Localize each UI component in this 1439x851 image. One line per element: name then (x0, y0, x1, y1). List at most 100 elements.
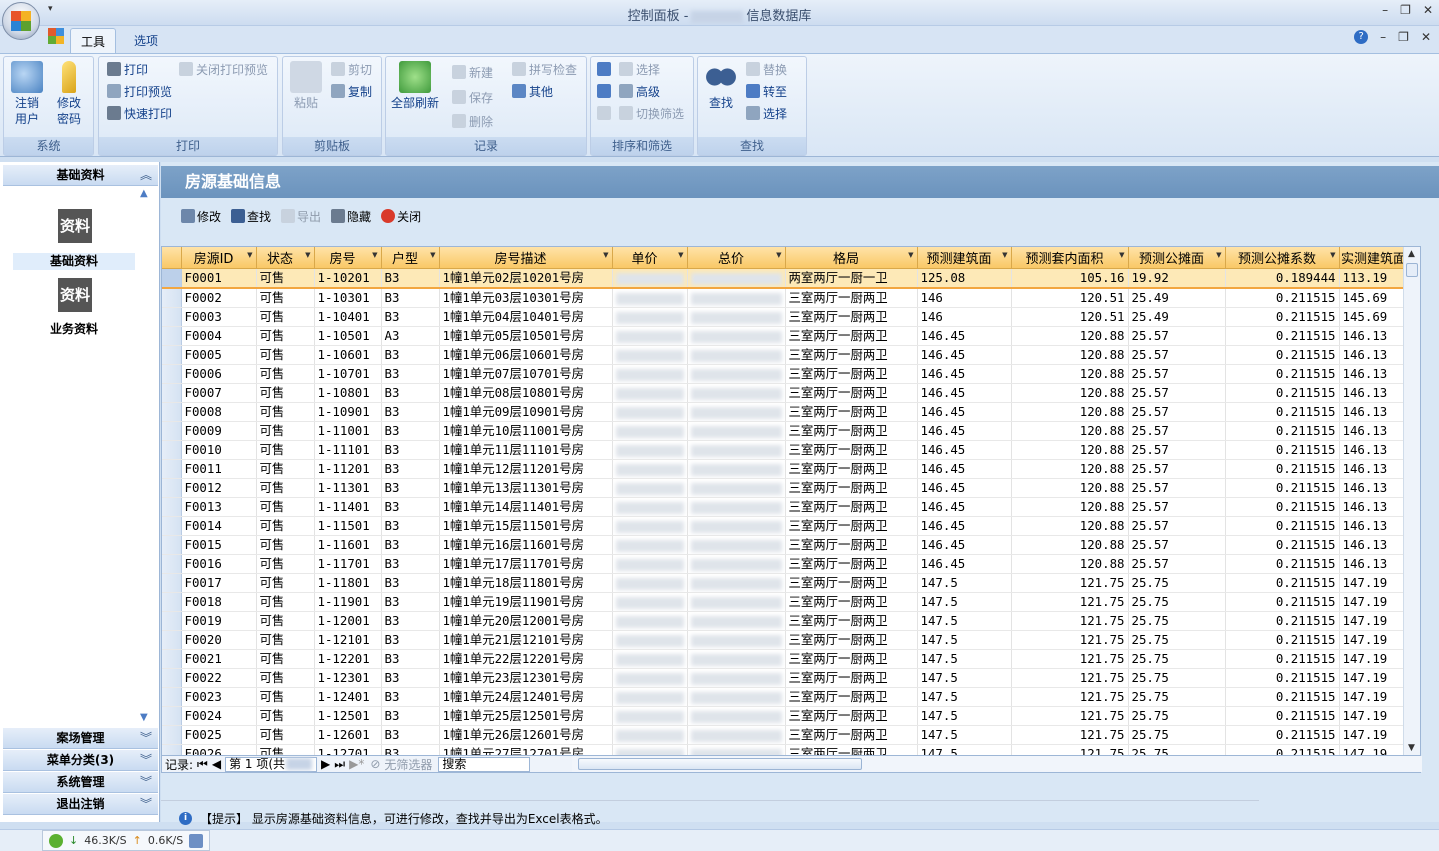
table-cell[interactable]: 121.75 (1011, 687, 1129, 707)
row-selector[interactable] (162, 364, 182, 384)
column-header[interactable]: 预测套内面积 ▼ (1011, 247, 1129, 269)
table-cell[interactable]: 120.88 (1011, 535, 1129, 555)
table-cell[interactable]: 25.57 (1128, 459, 1226, 479)
horizontal-scroll-thumb[interactable] (578, 758, 862, 770)
table-cell[interactable] (687, 725, 786, 745)
table-cell[interactable]: 1-11701 (314, 554, 382, 574)
table-cell[interactable]: 三室两厅一厨两卫 (785, 668, 918, 688)
tab-tools[interactable]: 工具 (70, 28, 117, 53)
table-cell[interactable]: 25.75 (1128, 592, 1226, 612)
table-cell[interactable]: 1-11301 (314, 478, 382, 498)
table-cell[interactable]: F0014 (181, 516, 257, 536)
table-cell[interactable]: 147.5 (917, 611, 1012, 631)
table-cell[interactable]: 1-10901 (314, 402, 382, 422)
filter-select-button[interactable]: 选择 (619, 60, 660, 80)
table-cell[interactable]: A3 (381, 326, 440, 346)
table-cell[interactable]: 三室两厅一厨两卫 (785, 516, 918, 536)
table-cell[interactable] (612, 668, 688, 688)
table-cell[interactable]: 25.57 (1128, 516, 1226, 536)
cut-button[interactable]: 剪切 (331, 60, 372, 80)
select-button[interactable]: 选择 (746, 104, 787, 124)
table-cell[interactable] (687, 307, 786, 327)
table-cell[interactable]: 1幢1单元20层12001号房 (439, 611, 613, 631)
table-cell[interactable]: 0.211515 (1225, 535, 1340, 555)
table-row[interactable]: F0017 可售 1-11801 B3 1幢1单元18层11801号房 三室两厅一厨两卫 1… (162, 573, 1419, 593)
table-cell[interactable]: 三室两厅一厨两卫 (785, 611, 918, 631)
table-cell[interactable]: 1幢1单元05层10501号房 (439, 326, 613, 346)
table-cell[interactable]: 1幢1单元09层10901号房 (439, 402, 613, 422)
table-cell[interactable] (687, 459, 786, 479)
scroll-up-arrow-icon[interactable]: ▲ (1408, 249, 1415, 259)
table-cell[interactable]: 147.5 (917, 668, 1012, 688)
table-cell[interactable] (687, 630, 786, 650)
row-selector[interactable] (162, 326, 182, 346)
table-cell[interactable]: 147.5 (917, 649, 1012, 669)
toggle-filter-button[interactable]: 切换筛选 (619, 104, 684, 124)
table-cell[interactable]: 0.211515 (1225, 307, 1340, 327)
delete-record-button[interactable]: 删除 (452, 112, 493, 132)
table-cell[interactable]: 0.211515 (1225, 287, 1340, 308)
table-cell[interactable]: 147.5 (917, 592, 1012, 612)
table-row[interactable]: F0010 可售 1-11101 B3 1幢1单元11层11101号房 三室两厅一厨两卫 1… (162, 440, 1419, 460)
horizontal-scrollbar[interactable] (572, 756, 1422, 772)
clear-sort-button[interactable] (597, 104, 614, 124)
business-data-icon[interactable]: 资料 (58, 278, 92, 312)
table-cell[interactable]: 1幢1单元24层12401号房 (439, 687, 613, 707)
table-cell[interactable]: B3 (381, 649, 440, 669)
table-cell[interactable]: 1幢1单元21层12101号房 (439, 630, 613, 650)
column-header[interactable]: 预测公摊系数 ▼ (1225, 247, 1340, 269)
goto-button[interactable]: 转至 (746, 82, 787, 102)
table-cell[interactable]: 25.57 (1128, 440, 1226, 460)
table-cell[interactable]: 146.45 (917, 326, 1012, 346)
table-cell[interactable]: 25.57 (1128, 497, 1226, 517)
table-cell[interactable]: B3 (381, 402, 440, 422)
table-cell[interactable]: 1幢1单元27层12701号房 (439, 744, 613, 755)
column-header[interactable]: 总价 ▼ (687, 247, 786, 269)
column-dropdown-icon[interactable]: ▼ (305, 251, 310, 259)
table-cell[interactable] (612, 345, 688, 365)
edit-button[interactable]: 修改 (181, 206, 221, 226)
table-cell[interactable]: 三室两厅一厨两卫 (785, 649, 918, 669)
table-cell[interactable]: 1幢1单元14层11401号房 (439, 497, 613, 517)
table-cell[interactable]: 0.211515 (1225, 326, 1340, 346)
table-cell[interactable]: 可售 (256, 706, 315, 726)
table-cell[interactable]: 三室两厅一厨两卫 (785, 478, 918, 498)
table-cell[interactable]: F0019 (181, 611, 257, 631)
table-cell[interactable]: 可售 (256, 554, 315, 574)
vertical-scroll-thumb[interactable] (1406, 263, 1418, 277)
column-header[interactable]: 户型 ▼ (381, 247, 440, 269)
table-cell[interactable]: 146.45 (917, 516, 1012, 536)
table-cell[interactable] (612, 535, 688, 555)
table-cell[interactable]: 25.75 (1128, 744, 1226, 755)
row-selector[interactable] (162, 649, 182, 669)
table-cell[interactable]: B3 (381, 573, 440, 593)
table-cell[interactable]: B3 (381, 459, 440, 479)
help-icon[interactable]: ? (1354, 30, 1369, 44)
last-record-icon[interactable]: ⏭ (334, 757, 345, 772)
nav-header-menu-category[interactable]: 菜单分类(3) ︾ (3, 750, 158, 771)
table-cell[interactable]: 1-11101 (314, 440, 382, 460)
table-cell[interactable]: F0016 (181, 554, 257, 574)
table-cell[interactable]: 1-10801 (314, 383, 382, 403)
table-cell[interactable] (612, 611, 688, 631)
filter-status[interactable]: ⊘ 无筛选器 (367, 756, 435, 773)
column-dropdown-icon[interactable]: ▼ (678, 251, 683, 259)
table-cell[interactable] (687, 383, 786, 403)
table-cell[interactable]: 1-11901 (314, 592, 382, 612)
table-cell[interactable] (687, 592, 786, 612)
table-cell[interactable] (612, 459, 688, 479)
print-preview-button[interactable]: 打印预览 (107, 82, 172, 102)
table-cell[interactable]: 120.88 (1011, 459, 1129, 479)
ribbon-minimize-button[interactable]: – (1380, 30, 1386, 44)
chevron-up-icon[interactable]: ︽ (140, 165, 152, 186)
table-cell[interactable]: 120.51 (1011, 307, 1129, 327)
table-row[interactable]: F0002 可售 1-10301 B3 1幢1单元03层10301号房 三室两厅一厨两卫 1… (162, 287, 1419, 308)
table-cell[interactable] (612, 516, 688, 536)
select-all-cell[interactable] (162, 247, 182, 269)
column-header[interactable]: 房源ID ▼ (181, 247, 257, 269)
table-cell[interactable]: B3 (381, 611, 440, 631)
row-selector[interactable] (162, 402, 182, 422)
table-row[interactable]: F0021 可售 1-12201 B3 1幢1单元22层12201号房 三室两厅一厨两卫 1… (162, 649, 1419, 669)
table-cell[interactable]: 三室两厅一厨两卫 (785, 554, 918, 574)
table-cell[interactable]: F0007 (181, 383, 257, 403)
